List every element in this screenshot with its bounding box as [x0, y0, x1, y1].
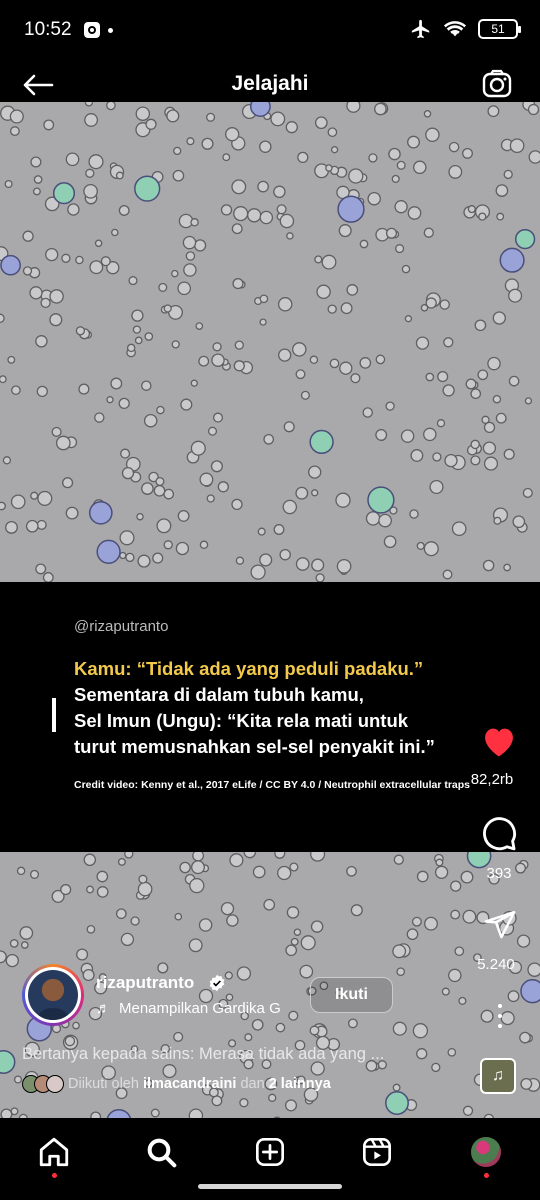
status-time: 10:52	[24, 19, 72, 40]
reel-video[interactable]: @rizaputranto Kamu: “Tidak ada yang pedu…	[0, 102, 540, 1122]
more-options-button[interactable]	[496, 1004, 504, 1028]
status-bar: 10:52 51	[0, 0, 540, 60]
more-dot-icon	[498, 1004, 502, 1008]
heart-icon	[485, 728, 513, 757]
audio-info[interactable]: ♬ Menampilkan Gardika G	[96, 1000, 281, 1017]
quote-line-4: turut memusnahkan sel-sel penyakit ini.”	[74, 736, 435, 757]
quote-bar	[52, 698, 56, 732]
quote-line-3: Sel Imun (Ungu): “Kita rela mati untuk	[74, 710, 409, 731]
header: Jelajahi	[0, 62, 540, 106]
camera-button[interactable]	[480, 68, 514, 102]
music-note-icon: ♫	[492, 1067, 504, 1084]
follower-avatar	[46, 1075, 64, 1093]
share-count: 5.240	[477, 956, 515, 973]
caption-block: @rizaputranto Kamu: “Tidak ada yang pedu…	[0, 582, 540, 852]
nav-profile[interactable]	[466, 1132, 506, 1178]
followed-prefix: Diikuti oleh	[68, 1076, 139, 1092]
followed-middle: dan	[240, 1076, 265, 1092]
like-button[interactable]	[480, 724, 518, 758]
music-note-icon: ♬	[96, 1000, 111, 1017]
airplane-icon	[411, 19, 430, 39]
nav-create[interactable]	[250, 1132, 290, 1172]
watermark-handle: @rizaputranto	[74, 618, 169, 635]
app-notification-icon	[83, 22, 100, 38]
home-icon	[39, 1137, 69, 1167]
follow-button[interactable]: Ikuti	[310, 977, 393, 1013]
microscopy-image-top	[0, 102, 540, 582]
comment-icon	[483, 817, 516, 851]
comment-button[interactable]	[480, 814, 518, 852]
create-icon	[256, 1138, 284, 1166]
author-photo	[28, 970, 78, 1020]
reels-icon	[363, 1138, 391, 1166]
more-dot-icon	[498, 1024, 502, 1028]
nav-home[interactable]	[34, 1132, 74, 1178]
author-name[interactable]: rizaputranto	[96, 973, 194, 993]
home-indicator	[198, 1184, 342, 1189]
share-button[interactable]	[482, 908, 518, 942]
music-title: Menampilkan Gardika G	[119, 1000, 281, 1017]
quote-line-1: Kamu: “Tidak ada yang peduli padaku.”	[74, 658, 424, 679]
nav-search[interactable]	[141, 1132, 181, 1172]
like-count: 82,2rb	[470, 771, 514, 788]
comment-count: 393	[486, 865, 512, 882]
followed-others: 2 lainnya	[268, 1076, 331, 1092]
battery-level: 51	[491, 22, 505, 36]
dot-icon	[107, 27, 113, 33]
page-title: Jelajahi	[231, 72, 309, 95]
search-icon	[147, 1138, 177, 1168]
send-icon	[484, 910, 516, 939]
notification-dot	[52, 1173, 57, 1178]
camera-icon	[482, 69, 512, 98]
nav-reels[interactable]	[357, 1132, 397, 1172]
verified-badge-icon	[209, 974, 225, 992]
wifi-icon	[444, 21, 466, 37]
followed-user: ilmacandraini	[142, 1076, 237, 1092]
followed-by[interactable]: Diikuti oleh ilmacandraini dan 2 lainnya	[22, 1075, 331, 1093]
video-credit: Credit video: Kenny et al., 2017 eLife /…	[74, 779, 471, 791]
notification-dot	[484, 1173, 489, 1178]
quote-text: Kamu: “Tidak ada yang peduli padaku.” Se…	[74, 656, 494, 760]
more-dot-icon	[498, 1014, 502, 1018]
author-avatar[interactable]	[22, 964, 84, 1026]
battery-icon: 51	[478, 19, 521, 39]
post-description[interactable]: Bertanya kepada sains: Merasa tidak ada …	[22, 1045, 384, 1064]
quote-line-2: Sementara di dalam tubuh kamu,	[74, 684, 364, 705]
profile-avatar	[469, 1135, 503, 1169]
audio-thumbnail-button[interactable]: ♫	[480, 1058, 516, 1094]
